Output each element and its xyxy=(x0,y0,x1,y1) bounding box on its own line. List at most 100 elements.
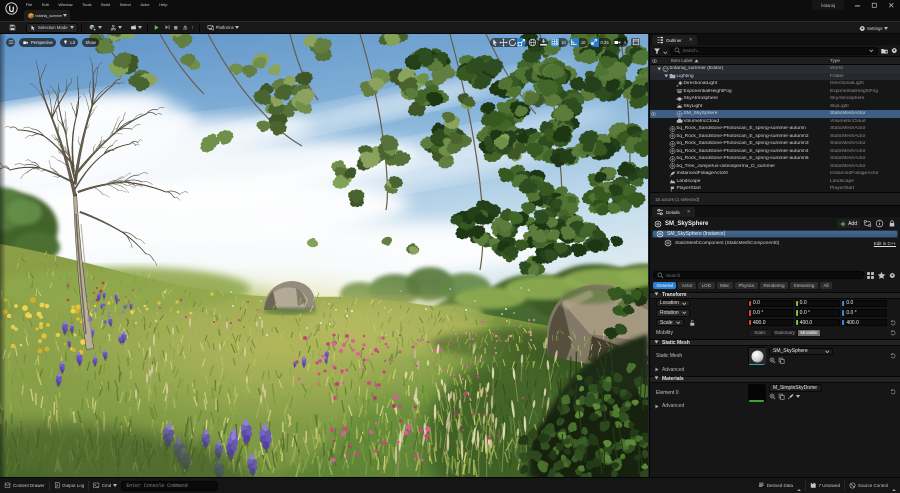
material-asset-dropdown[interactable]: M_SimpleSkyDome xyxy=(769,384,822,392)
outliner-row-skyatmosphere[interactable]: SkyAtmosphere SkyAtmosphere xyxy=(650,95,900,103)
blueprints-button[interactable] xyxy=(108,22,124,33)
outliner-row-sm-skysphere[interactable]: SM_SkySphere StaticMeshActor xyxy=(650,110,900,118)
unsaved-button[interactable]: 7 Unsaved xyxy=(806,478,844,493)
outliner-row-landscape[interactable]: Landscape Landscape xyxy=(650,178,900,186)
chip-physics[interactable]: Physics xyxy=(734,282,758,289)
close-icon[interactable]: ✕ xyxy=(689,37,693,43)
filter-funnel-icon[interactable] xyxy=(653,47,661,55)
derived-data-button[interactable]: Derived Data xyxy=(754,478,805,493)
details-tab[interactable]: Details ✕ xyxy=(652,207,695,217)
outliner-row-bq-tree-juniperus-osteosperma-d-summer[interactable]: bq_Tree_Juniperus-osteosperma_D_summer St… xyxy=(650,163,900,171)
mobility-movable-button[interactable]: Movable xyxy=(797,328,821,337)
menu-tools[interactable]: Tools xyxy=(77,0,96,10)
visibility-column-icon[interactable] xyxy=(650,58,659,64)
unreal-logo-icon[interactable] xyxy=(5,1,18,15)
scale-dropdown[interactable]: Scale xyxy=(656,318,685,327)
rotate-tool-button[interactable] xyxy=(508,37,518,47)
output-log-button[interactable]: Output Log xyxy=(50,478,89,493)
play-button[interactable] xyxy=(151,22,162,33)
brush-icon[interactable] xyxy=(787,393,794,400)
outliner-row-lighting[interactable]: Lighting Folder xyxy=(650,72,900,80)
menu-actor[interactable]: Actor xyxy=(136,0,155,10)
reset-to-default-icon[interactable] xyxy=(889,330,897,336)
outliner-row-exponentialheightfog[interactable]: ExponentialHeightFog ExponentialHeightFog xyxy=(650,88,900,96)
column-type[interactable]: Type xyxy=(830,58,900,63)
view-mode-dropdown[interactable]: Lit xyxy=(59,37,79,47)
advanced-row-static-mesh[interactable]: Advanced xyxy=(650,365,900,374)
details-search-input[interactable]: Search xyxy=(653,271,864,279)
edit-in-cpp-link[interactable]: Edit in C++ xyxy=(874,241,898,246)
use-selected-asset-icon[interactable] xyxy=(769,393,776,400)
selection-mode-dropdown[interactable]: Selection Mode xyxy=(26,22,78,33)
use-selected-asset-icon[interactable] xyxy=(769,357,776,364)
chip-misc[interactable]: Misc xyxy=(716,282,733,289)
mobility-stationary-button[interactable]: Stationary xyxy=(772,328,797,337)
outliner-search-input[interactable]: Search... xyxy=(669,46,878,55)
location-field[interactable]: 0.0 xyxy=(841,299,887,307)
lock-icon[interactable] xyxy=(887,219,896,228)
scale-field[interactable]: 400.0 xyxy=(794,318,840,327)
settings-dropdown[interactable]: Settings xyxy=(856,23,891,34)
create-folder-icon[interactable] xyxy=(880,47,889,55)
outliner-row-volumetriccloud[interactable]: VolumetricCloud VolumetricCloud xyxy=(650,118,900,126)
static-mesh-thumbnail[interactable] xyxy=(748,347,766,365)
location-field[interactable]: 0.0 xyxy=(794,299,840,307)
menu-select[interactable]: Select xyxy=(115,0,136,10)
rotation-field[interactable]: 0.0 ° xyxy=(841,309,887,317)
chip-lod[interactable]: LOD xyxy=(698,282,715,289)
rotation-snap-toggle[interactable] xyxy=(569,37,579,47)
viewport-options-button[interactable] xyxy=(6,37,15,47)
menu-edit[interactable]: Edit xyxy=(37,0,54,10)
chip-actor[interactable]: Actor xyxy=(678,282,697,289)
copy-asset-icon[interactable] xyxy=(778,357,785,364)
advanced-row-materials[interactable]: Advanced xyxy=(650,402,900,411)
camera-speed-button[interactable] xyxy=(612,37,622,47)
outliner-row-bq-rock-sandstone-photoscan-e-spring-sum[interactable]: bq_Rock_Sandstone-Photoscan_E_spring-sum… xyxy=(650,125,900,133)
stop-button[interactable] xyxy=(172,22,181,33)
world-local-toggle[interactable] xyxy=(528,37,538,47)
info-icon[interactable] xyxy=(875,219,884,228)
minimize-button[interactable] xyxy=(849,0,866,10)
outliner-row-playerstart[interactable]: PlayerStart PlayerStart xyxy=(650,185,900,192)
menu-build[interactable]: Build xyxy=(96,0,115,10)
camera-speed-value[interactable]: 4 xyxy=(621,37,628,47)
outliner-row-bq-rock-sandstone-photoscan-e-spring-sum[interactable]: bq_Rock_Sandstone-Photoscan_E_spring-sum… xyxy=(650,140,900,148)
rotation-field[interactable]: 0.0 ° xyxy=(794,309,840,317)
visibility-eye-icon[interactable] xyxy=(650,111,657,117)
menu-help[interactable]: Help xyxy=(154,0,172,10)
outliner-row-skylight[interactable]: SkyLight SkyLight xyxy=(650,103,900,111)
material-thumbnail[interactable] xyxy=(748,383,766,402)
eject-button[interactable] xyxy=(180,22,190,33)
favorites-star-icon[interactable] xyxy=(877,271,886,280)
details-settings-icon[interactable] xyxy=(888,271,897,280)
platforms-dropdown[interactable]: Platforms xyxy=(205,22,242,33)
location-dropdown[interactable]: Location xyxy=(656,299,691,307)
close-button[interactable] xyxy=(883,0,900,10)
menu-file[interactable]: File xyxy=(21,0,37,10)
chip-streaming[interactable]: Streaming xyxy=(790,282,818,289)
move-tool-button[interactable] xyxy=(499,37,509,47)
outliner-row-directionallight[interactable]: DirectionalLight DirectionalLight xyxy=(650,80,900,88)
scale-field[interactable]: 400.0 xyxy=(748,318,794,327)
column-item-label[interactable]: Item Label xyxy=(659,58,830,63)
maximize-viewport-button[interactable] xyxy=(631,37,640,47)
outliner-row-botaniq-summer-editor-[interactable]: botaniq_summer (Editor) World xyxy=(650,65,900,73)
viewport[interactable]: Perspective Lit Show 10 10 0.25 4 xyxy=(0,34,649,477)
padlock-open-icon[interactable] xyxy=(689,319,696,327)
display-options-icon[interactable] xyxy=(866,271,875,280)
scale-snap-toggle[interactable] xyxy=(589,37,599,47)
outliner-row-instancedfoliageactor0[interactable]: InstancedFoliageActor0 InstancedFoliageAc… xyxy=(650,170,900,178)
content-drawer-button[interactable]: Content Drawer xyxy=(0,478,49,493)
reset-to-default-icon[interactable] xyxy=(889,353,897,359)
rotation-field[interactable]: 0.0 ° xyxy=(748,309,794,317)
rotation-dropdown[interactable]: Rotation xyxy=(656,309,691,317)
menu-window[interactable]: Window xyxy=(54,0,78,10)
copy-asset-icon[interactable] xyxy=(778,393,785,400)
play-options-button[interactable] xyxy=(190,22,196,33)
scale-tool-button[interactable] xyxy=(517,37,527,47)
outliner-row-bq-rock-sandstone-photoscan-e-spring-sum[interactable]: bq_Rock_Sandstone-Photoscan_E_spring-sum… xyxy=(650,148,900,156)
outliner-tab[interactable]: Outliner ✕ xyxy=(652,35,697,45)
scale-snap-value[interactable]: 0.25 xyxy=(598,37,611,47)
console-command-input[interactable]: Enter Console Command xyxy=(121,480,219,491)
surface-snapping-button[interactable] xyxy=(539,37,549,47)
